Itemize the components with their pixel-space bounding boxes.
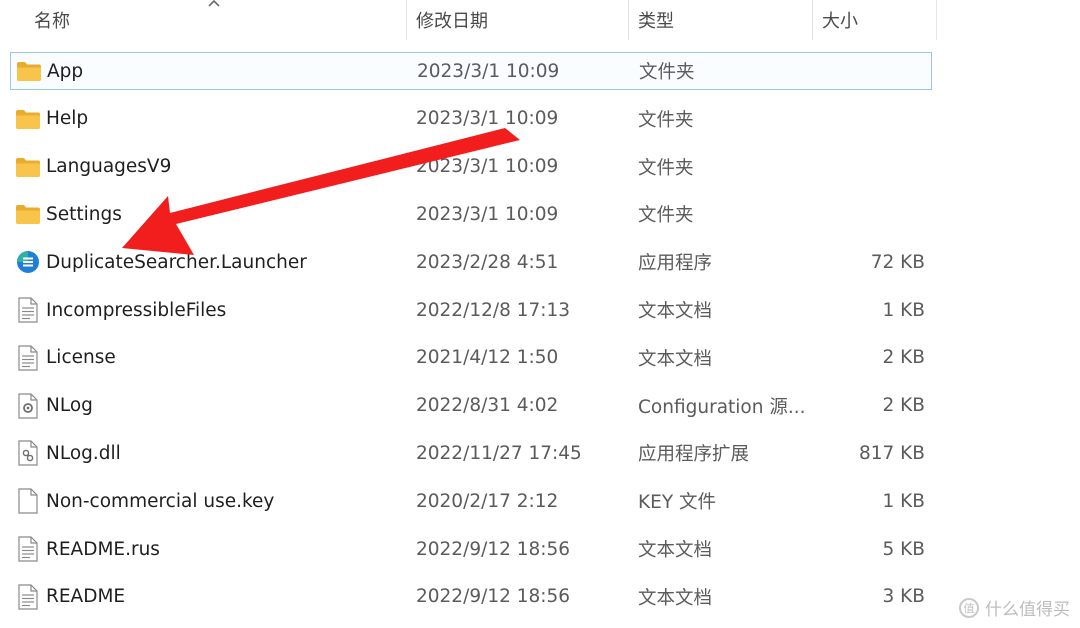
file-size: 1 KB (882, 299, 925, 321)
file-name: IncompressibleFiles (46, 299, 227, 321)
file-name: Help (46, 108, 89, 130)
file-type: 应用程序扩展 (638, 444, 750, 466)
file-size (830, 100, 925, 138)
file-name: DuplicateSearcher.Launcher (46, 251, 307, 273)
folder-icon (15, 53, 43, 89)
column-header-type[interactable]: 类型 (638, 0, 674, 40)
file-modified-date: 2022/11/27 17:45 (416, 442, 582, 464)
text-file-icon (14, 578, 42, 616)
file-size: 5 KB (882, 538, 925, 560)
file-name: License (46, 347, 116, 369)
file-size: 3 KB (882, 586, 925, 608)
file-size: 817 KB (858, 442, 925, 464)
file-modified-date: 2023/3/1 10:09 (416, 156, 559, 178)
file-name: LanguagesV9 (46, 156, 172, 178)
watermark-logo-icon: 值 (959, 597, 979, 618)
file-modified-date: 2021/4/12 1:50 (416, 347, 559, 369)
file-modified-date: 2022/12/8 17:13 (416, 299, 571, 321)
column-header-bar: 名称 修改日期 类型 大小 (0, 0, 1080, 40)
file-modified-date: 2022/9/12 18:56 (416, 586, 571, 608)
file-modified-date: 2023/3/1 10:09 (417, 60, 560, 82)
file-type: 文本文档 (638, 301, 713, 322)
watermark: 值 什么值得买 (959, 595, 1070, 620)
app-icon (14, 243, 42, 281)
file-row[interactable]: NLog.dll 2022/11/27 17:45 应用程序扩展 817 KB (10, 434, 932, 472)
file-name: NLog.dll (46, 442, 121, 464)
dll-file-icon (14, 434, 42, 472)
file-type: 文件夹 (638, 157, 694, 179)
sort-ascending-icon (208, 0, 220, 7)
file-modified-date: 2022/9/12 18:56 (416, 538, 571, 560)
file-row[interactable]: NLog 2022/8/31 4:02 Configuration 源... 2 KB (10, 387, 932, 425)
file-type: 文件夹 (638, 109, 694, 131)
file-type: 文本文档 (638, 540, 713, 561)
file-size: 1 KB (882, 490, 925, 512)
file-name: NLog (46, 395, 93, 417)
file-row[interactable]: License 2021/4/12 1:50 文本文档 2 KB (10, 339, 932, 377)
file-size: 2 KB (882, 347, 925, 369)
file-type: KEY 文件 (638, 492, 717, 514)
file-type: 文本文档 (638, 587, 713, 609)
watermark-text: 什么值得买 (985, 600, 1070, 620)
column-header-name[interactable]: 名称 (34, 0, 70, 40)
file-row[interactable]: DuplicateSearcher.Launcher 2023/2/28 4:51… (10, 243, 932, 281)
file-type: 应用程序 (638, 253, 713, 275)
column-divider[interactable] (628, 0, 629, 40)
config-file-icon (14, 387, 42, 425)
text-file-icon (14, 339, 42, 377)
file-size (831, 53, 926, 89)
file-row[interactable]: Non-commercial use.key 2020/2/17 2:12 KEY … (10, 482, 932, 520)
file-name: README (46, 586, 126, 608)
text-file-icon (14, 291, 42, 329)
file-row[interactable]: README 2022/9/12 18:56 文本文档 3 KB (10, 578, 932, 616)
file-name: Non-commercial use.key (46, 490, 275, 512)
file-name: README.rus (46, 538, 160, 560)
file-modified-date: 2022/8/31 4:02 (416, 395, 559, 417)
file-row[interactable]: Settings 2023/3/1 10:09 文件夹 (10, 195, 932, 233)
file-type: Configuration 源... (638, 396, 806, 418)
file-modified-date: 2023/3/1 10:09 (416, 108, 559, 130)
file-name: Settings (46, 203, 122, 225)
file-type: 文件夹 (638, 205, 694, 227)
column-divider[interactable] (812, 0, 813, 40)
file-size (830, 148, 925, 186)
file-row[interactable]: App 2023/3/1 10:09 文件夹 (10, 52, 932, 90)
folder-icon (14, 148, 42, 186)
file-modified-date: 2023/2/28 4:51 (416, 251, 559, 273)
column-divider[interactable] (936, 0, 937, 40)
file-size (830, 195, 925, 233)
file-modified-date: 2020/2/17 2:12 (416, 490, 559, 512)
column-divider[interactable] (406, 0, 407, 40)
file-type: 文件夹 (639, 62, 695, 83)
folder-icon (14, 195, 42, 233)
column-header-size[interactable]: 大小 (822, 0, 858, 40)
file-size: 72 KB (870, 251, 925, 273)
file-row[interactable]: README.rus 2022/9/12 18:56 文本文档 5 KB (10, 530, 932, 568)
file-row[interactable]: IncompressibleFiles 2022/12/8 17:13 文本文档 1 … (10, 291, 932, 329)
file-name: App (47, 60, 84, 82)
blank-file-icon (14, 482, 42, 520)
text-file-icon (14, 530, 42, 568)
file-modified-date: 2023/3/1 10:09 (416, 203, 559, 225)
file-size: 2 KB (882, 395, 925, 417)
file-type: 文本文档 (638, 348, 713, 370)
folder-icon (14, 100, 42, 138)
file-row[interactable]: Help 2023/3/1 10:09 文件夹 (10, 100, 932, 138)
file-row[interactable]: LanguagesV9 2023/3/1 10:09 文件夹 (10, 148, 932, 186)
column-header-date[interactable]: 修改日期 (416, 0, 488, 40)
